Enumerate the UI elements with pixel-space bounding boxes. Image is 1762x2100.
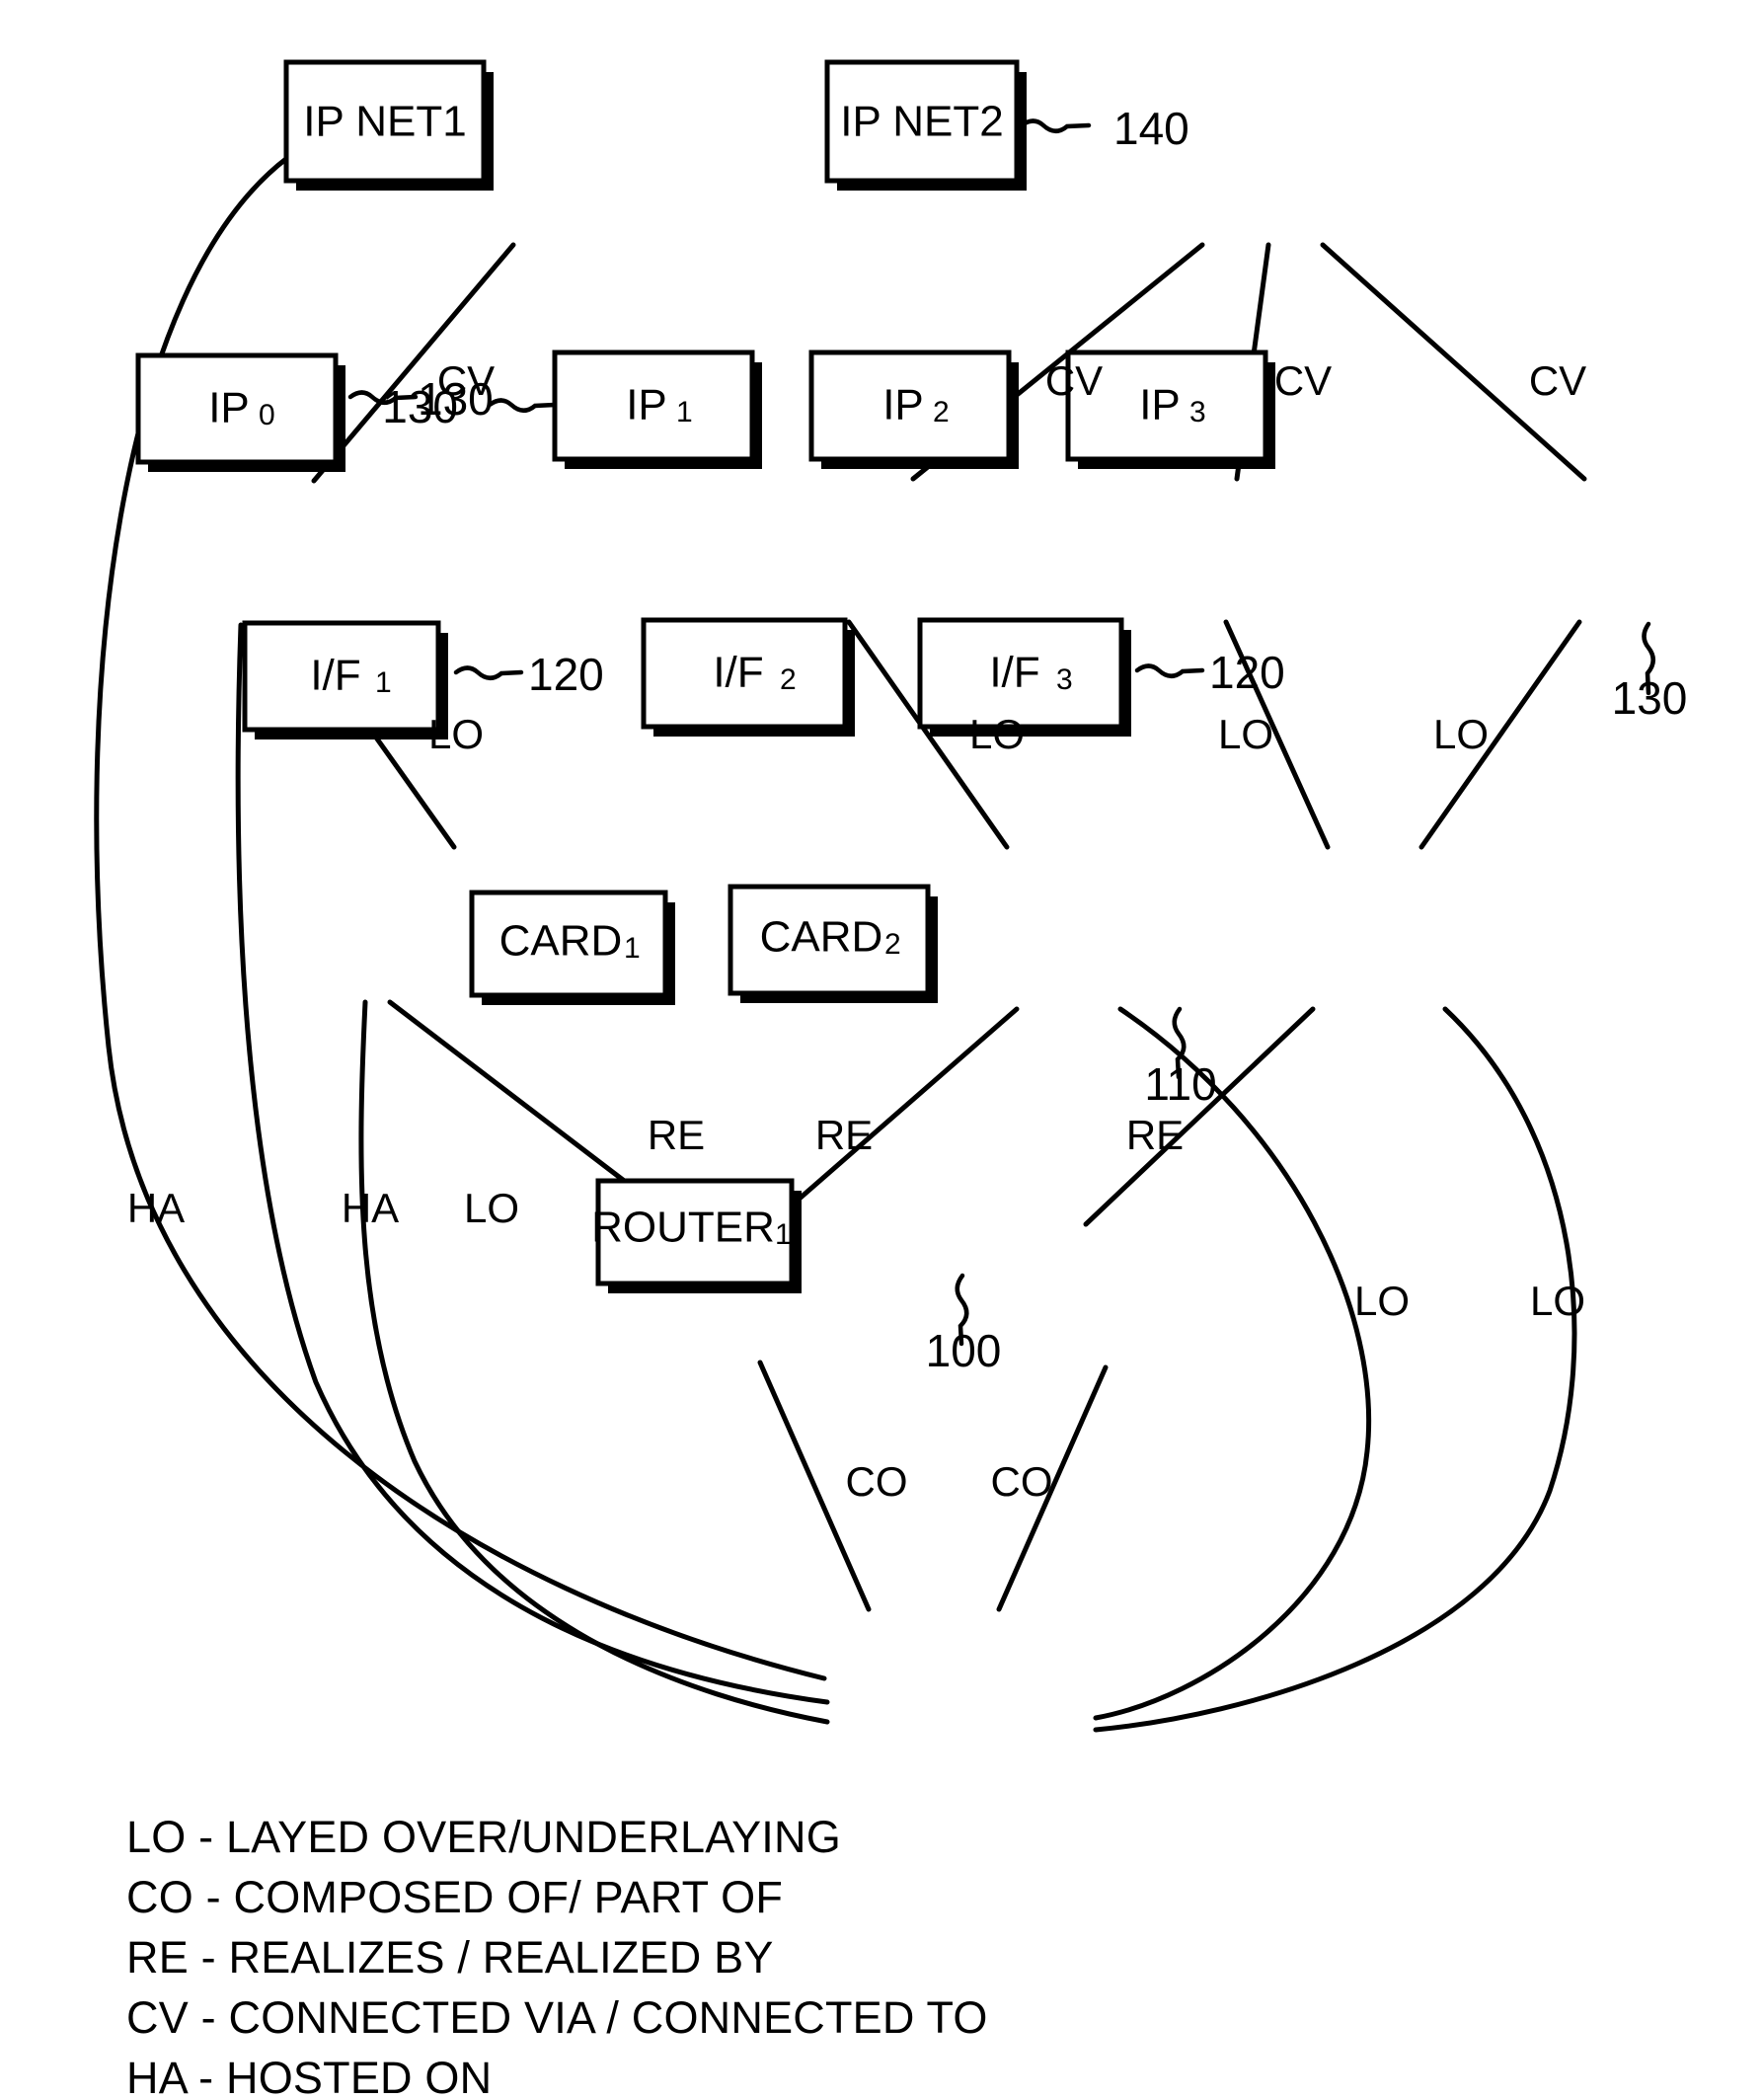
reference-numeral-group: 140 130 130 130 120 120 110 100 — [382, 103, 1687, 1376]
legend-line-re: RE - REALIZES / REALIZED BY — [126, 1932, 774, 1983]
legend-line-ha: HA - HOSTED ON — [126, 2053, 492, 2100]
edge-lo-if1-router1 — [358, 999, 830, 1725]
node-ipnet2[interactable]: IP NET2 — [824, 59, 1027, 191]
node-if1-label: I/F — [310, 652, 360, 700]
node-if3[interactable]: I/F 3 — [917, 617, 1131, 737]
node-ip2[interactable]: IP 2 — [808, 350, 1019, 469]
node-card1-subscript: 1 — [624, 932, 641, 965]
node-router1-subscript: 1 — [775, 1218, 792, 1251]
node-ip1-subscript: 1 — [676, 396, 693, 428]
node-if2-label: I/F — [713, 649, 763, 697]
ref-leader-120-if3 — [1134, 663, 1205, 678]
edge-label-ha-2: HA — [342, 1185, 399, 1231]
legend-line-lo: LO - LAYED OVER/UNDERLAYING — [126, 1812, 841, 1862]
edge-label-lo-4: LO — [1433, 711, 1489, 757]
network-object-model-figure: IP NET1 IP NET2 IP 0 IP 1 IP 2 IP 3 I/F … — [0, 0, 1762, 2100]
ref-leader-130-ip1 — [487, 398, 558, 413]
node-card2[interactable]: CARD 2 — [728, 884, 938, 1003]
node-ip2-label: IP — [882, 381, 924, 429]
node-ip1[interactable]: IP 1 — [552, 350, 762, 469]
node-ip2-subscript: 2 — [933, 396, 950, 428]
node-if1-subscript: 1 — [375, 666, 392, 699]
legend-line-cv: CV - CONNECTED VIA / CONNECTED TO — [126, 1992, 988, 2043]
node-card1-label: CARD — [499, 917, 623, 966]
edge-label-lo-1: LO — [428, 711, 484, 757]
node-ip0-subscript: 0 — [259, 399, 275, 431]
node-ip0-label: IP — [208, 384, 250, 432]
node-ip1-label: IP — [626, 381, 667, 429]
node-if3-subscript: 3 — [1056, 663, 1073, 696]
ref-numeral-120-if1: 120 — [528, 649, 604, 700]
figure-canvas: IP NET1 IP NET2 IP 0 IP 1 IP 2 IP 3 I/F … — [0, 0, 1762, 2100]
node-router1[interactable]: ROUTER 1 — [591, 1178, 802, 1293]
edge-label-lo-6: LO — [1354, 1278, 1410, 1324]
node-ip3-label: IP — [1139, 381, 1181, 429]
ref-numeral-140: 140 — [1113, 103, 1189, 154]
node-router1-label: ROUTER — [591, 1204, 775, 1252]
node-ip0[interactable]: IP 0 — [135, 352, 345, 472]
edge-label-co-2: CO — [991, 1458, 1053, 1505]
legend: LO - LAYED OVER/UNDERLAYING CO - COMPOSE… — [126, 1812, 988, 2100]
ref-numeral-130-ip1: 130 — [382, 381, 458, 432]
node-if2[interactable]: I/F 2 — [641, 617, 855, 737]
edge-label-re-2: RE — [815, 1112, 873, 1158]
edge-re-if2-card1 — [767, 1006, 1020, 1227]
edge-label-lo-3: LO — [1218, 711, 1273, 757]
node-card1[interactable]: CARD 1 — [469, 890, 675, 1005]
node-ipnet2-label: IP NET2 — [840, 98, 1003, 146]
edge-label-lo-2: LO — [969, 711, 1025, 757]
node-card2-label: CARD — [760, 913, 883, 962]
node-card2-subscript: 2 — [884, 928, 901, 961]
node-if1[interactable]: I/F 1 — [242, 620, 448, 739]
node-if3-label: I/F — [989, 649, 1039, 697]
legend-line-co: CO - COMPOSED OF/ PART OF — [126, 1872, 783, 1922]
edge-label-ha-1: HA — [127, 1185, 185, 1231]
edge-label-lo-5: LO — [464, 1185, 519, 1231]
edge-label-co-1: CO — [846, 1458, 908, 1505]
ref-numeral-110-card2: 110 — [1144, 1058, 1216, 1110]
edge-re-if3-card2 — [1083, 1006, 1316, 1227]
edge-label-re-1: RE — [648, 1112, 705, 1158]
ref-leader-140 — [1019, 118, 1092, 133]
edge-label-cv-4: CV — [1529, 357, 1586, 404]
node-ip3-subscript: 3 — [1189, 396, 1206, 428]
edge-label-lo-7: LO — [1530, 1278, 1585, 1324]
ref-numeral-100-router1: 100 — [926, 1325, 1002, 1376]
ref-numeral-130-ip3: 130 — [1612, 672, 1688, 724]
edge-ha-ip0-router1 — [235, 622, 830, 1705]
ref-numeral-120-if3: 120 — [1209, 647, 1285, 698]
node-ipnet1[interactable]: IP NET1 — [283, 59, 494, 191]
edge-label-cv-3: CV — [1274, 357, 1332, 404]
ref-leader-120-if1 — [453, 665, 524, 680]
node-if2-subscript: 2 — [780, 663, 797, 696]
edge-label-cv-2: CV — [1045, 357, 1103, 404]
edge-label-re-3: RE — [1126, 1112, 1184, 1158]
node-ipnet1-label: IP NET1 — [303, 98, 466, 146]
